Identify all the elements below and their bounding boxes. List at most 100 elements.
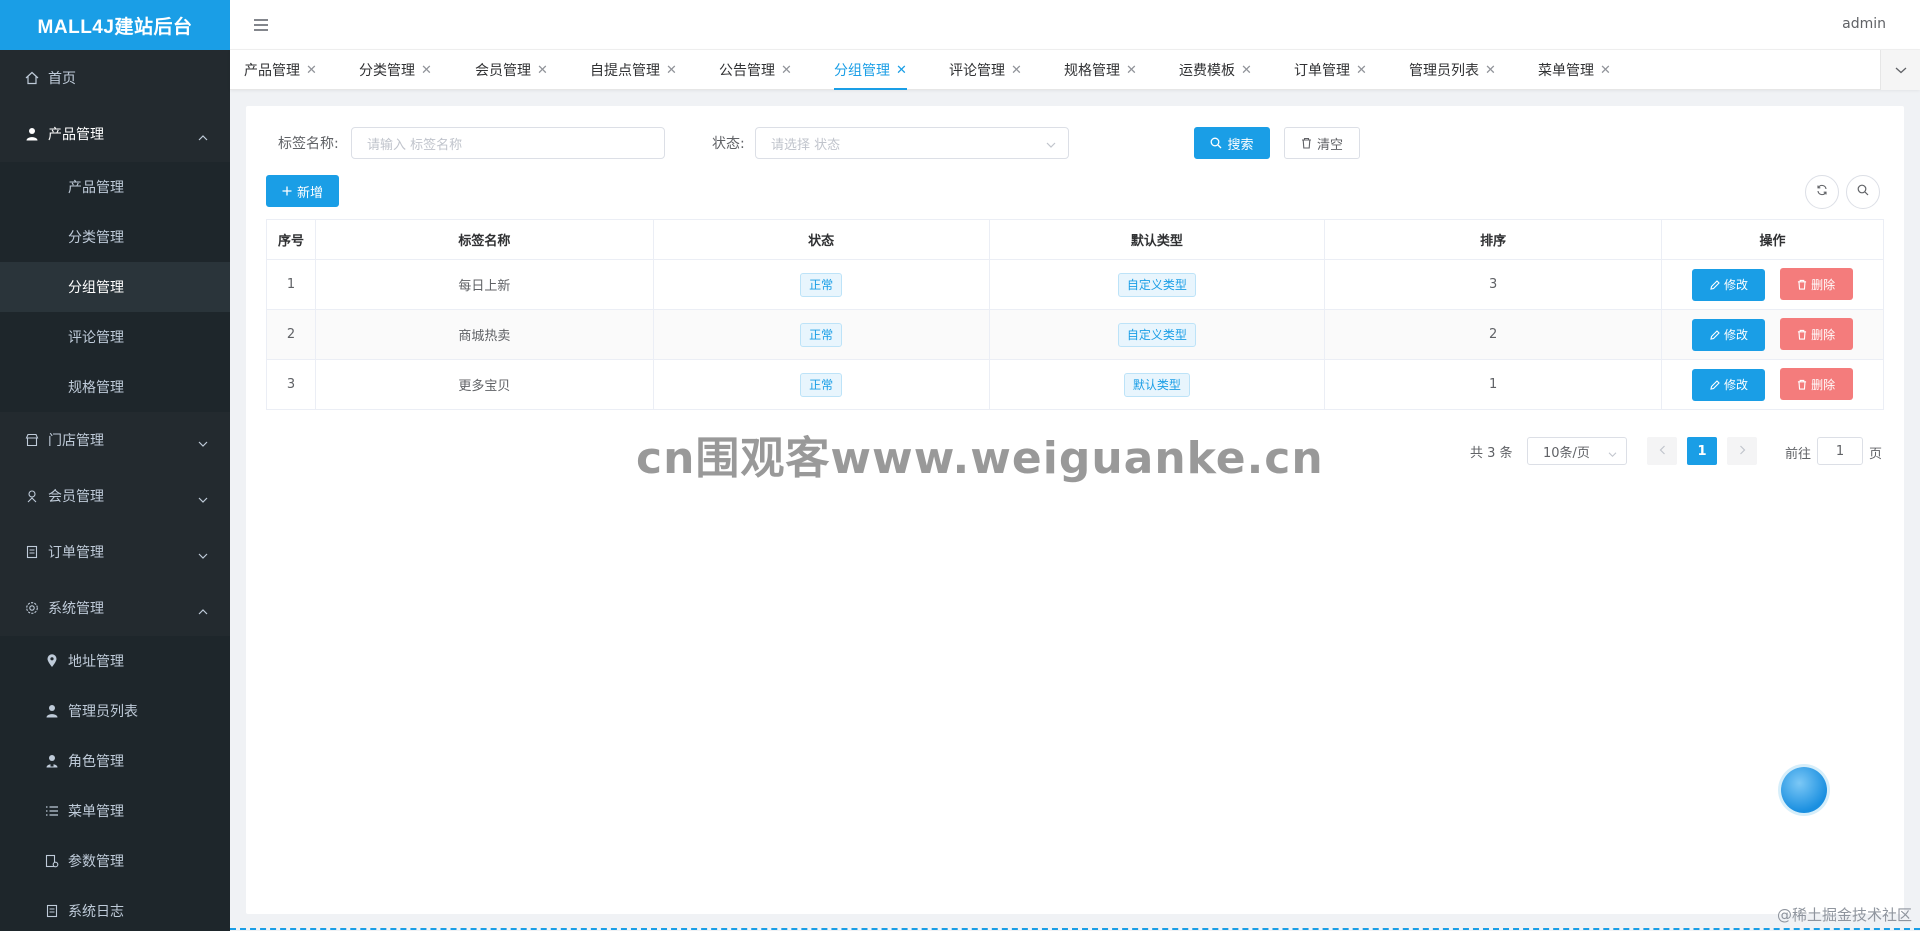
tab-comment[interactable]: 评论管理 ✕ xyxy=(949,50,1022,90)
status-select[interactable]: 请选择 状态 xyxy=(755,127,1069,159)
cell-status: 正常 xyxy=(652,309,990,360)
tab-product[interactable]: 产品管理 ✕ xyxy=(244,50,317,90)
next-page-button[interactable] xyxy=(1727,437,1757,465)
close-icon[interactable]: ✕ xyxy=(1485,63,1496,78)
close-icon[interactable]: ✕ xyxy=(666,63,677,78)
cell-type: 自定义类型 xyxy=(988,309,1326,360)
edit-button[interactable]: 修改 xyxy=(1692,368,1766,401)
close-icon[interactable]: ✕ xyxy=(896,63,907,78)
search-icon xyxy=(1210,137,1222,149)
chevron-down-icon xyxy=(1895,63,1907,78)
sidebar-item-product[interactable]: 产品管理 xyxy=(0,106,230,162)
close-icon[interactable]: ✕ xyxy=(781,63,792,78)
user-icon xyxy=(24,126,40,142)
sidebar-item-label: 门店管理 xyxy=(48,433,104,449)
table-row: 3 更多宝贝 正常 默认类型 1 修改 删除 xyxy=(266,359,1884,410)
sidebar-item-store[interactable]: 门店管理 xyxy=(0,412,230,468)
delete-button[interactable]: 删除 xyxy=(1779,368,1853,401)
sidebar-item-label: 订单管理 xyxy=(48,545,104,561)
search-button-label: 搜索 xyxy=(1227,137,1254,153)
close-icon[interactable]: ✕ xyxy=(537,63,548,78)
hamburger-icon[interactable] xyxy=(252,16,270,34)
sidebar-item-label: 会员管理 xyxy=(48,489,104,505)
close-icon[interactable]: ✕ xyxy=(306,63,317,78)
sidebar-subitem-comment-manage[interactable]: 评论管理 xyxy=(0,312,230,362)
sidebar-subitem-role[interactable]: 角色管理 xyxy=(0,736,230,786)
close-icon[interactable]: ✕ xyxy=(1241,63,1252,78)
tab-admin-list[interactable]: 管理员列表 ✕ xyxy=(1409,50,1496,90)
close-icon[interactable]: ✕ xyxy=(1356,63,1367,78)
chevron-down-icon xyxy=(198,492,208,508)
tag-name-input[interactable]: 请输入 标签名称 xyxy=(351,127,665,159)
toggle-search-button[interactable] xyxy=(1846,175,1880,209)
edit-button[interactable]: 修改 xyxy=(1692,318,1766,351)
cell-tag-name: 商城热卖 xyxy=(314,309,654,360)
tab-member[interactable]: 会员管理 ✕ xyxy=(475,50,548,90)
sidebar-subitem-params[interactable]: 参数管理 xyxy=(0,836,230,886)
user-menu[interactable]: admin xyxy=(1842,16,1886,32)
prev-page-button[interactable] xyxy=(1647,437,1677,465)
search-button[interactable]: 搜索 xyxy=(1194,127,1270,159)
cell-tag-name: 每日上新 xyxy=(314,259,654,310)
table-header-row: 序号 标签名称 状态 默认类型 排序 操作 xyxy=(266,219,1884,260)
chevron-down-icon xyxy=(1046,138,1056,153)
refresh-button[interactable] xyxy=(1805,175,1839,209)
cell-sort: 1 xyxy=(1324,359,1663,410)
page-size-select[interactable]: 10条/页 xyxy=(1527,437,1627,465)
close-icon[interactable]: ✕ xyxy=(421,63,432,78)
sidebar-subitem-address[interactable]: 地址管理 xyxy=(0,636,230,686)
cell-index: 2 xyxy=(266,309,316,360)
add-button-label: 新增 xyxy=(296,185,323,201)
sidebar-subitem-menu[interactable]: 菜单管理 xyxy=(0,786,230,836)
status-tag: 正常 xyxy=(800,322,843,347)
tab-category[interactable]: 分类管理 ✕ xyxy=(359,50,432,90)
delete-button[interactable]: 删除 xyxy=(1779,318,1853,351)
sidebar-item-order[interactable]: 订单管理 xyxy=(0,524,230,580)
page-size-value: 10条/页 xyxy=(1543,445,1590,461)
tab-spec[interactable]: 规格管理 ✕ xyxy=(1064,50,1137,90)
sidebar-subitem-admin-list[interactable]: 管理员列表 xyxy=(0,686,230,736)
goto-suffix: 页 xyxy=(1869,447,1883,462)
sidebar-subitem-spec-manage[interactable]: 规格管理 xyxy=(0,362,230,412)
sidebar-subitem-label: 参数管理 xyxy=(68,854,124,870)
close-icon[interactable]: ✕ xyxy=(1600,63,1611,78)
gear-icon xyxy=(24,600,40,616)
tab-pickup[interactable]: 自提点管理 ✕ xyxy=(590,50,677,90)
tab-label: 产品管理 xyxy=(244,63,300,79)
close-icon[interactable]: ✕ xyxy=(1126,63,1137,78)
tab-bar: 产品管理 ✕ 分类管理 ✕ 会员管理 ✕ 自提点管理 ✕ 公告管理 ✕ 分组管理 ✕ 评论管… xyxy=(230,50,1920,90)
tab-label: 菜单管理 xyxy=(1538,63,1594,79)
tab-group[interactable]: 分组管理 ✕ xyxy=(834,50,907,90)
sidebar-subitem-category-manage[interactable]: 分类管理 xyxy=(0,212,230,262)
chevron-down-icon xyxy=(198,548,208,564)
tab-notice[interactable]: 公告管理 ✕ xyxy=(719,50,792,90)
edit-button[interactable]: 修改 xyxy=(1692,268,1766,301)
tabs-more-button[interactable] xyxy=(1880,50,1920,90)
tab-order[interactable]: 订单管理 ✕ xyxy=(1294,50,1367,90)
tab-label: 规格管理 xyxy=(1064,63,1120,79)
goto-prefix: 前往 xyxy=(1785,447,1812,462)
cell-index: 3 xyxy=(266,359,316,410)
add-button[interactable]: 新增 xyxy=(266,175,339,207)
close-icon[interactable]: ✕ xyxy=(1011,63,1022,78)
system-submenu: 地址管理 管理员列表 角色管理 菜单管理 参数管理 系统日志 xyxy=(0,636,230,931)
tab-label: 分组管理 xyxy=(834,63,890,79)
sidebar-item-member[interactable]: 会员管理 xyxy=(0,468,230,524)
chevron-right-icon xyxy=(1739,444,1746,459)
tab-menu[interactable]: 菜单管理 ✕ xyxy=(1538,50,1611,90)
page-number-current[interactable]: 1 xyxy=(1687,437,1717,465)
delete-button[interactable]: 删除 xyxy=(1779,268,1853,301)
clear-button[interactable]: 清空 xyxy=(1284,127,1360,159)
sidebar-item-system[interactable]: 系统管理 xyxy=(0,580,230,636)
sidebar-subitem-group-manage[interactable]: 分组管理 xyxy=(0,262,230,312)
watermark-text: cn围观客www.weiguanke.cn xyxy=(636,433,1324,484)
product-submenu: 产品管理 分类管理 分组管理 评论管理 规格管理 xyxy=(0,162,230,412)
chevron-up-icon xyxy=(198,604,208,620)
tab-freight[interactable]: 运费模板 ✕ xyxy=(1179,50,1252,90)
floating-assistant-button[interactable] xyxy=(1781,767,1827,813)
sidebar-item-home[interactable]: 首页 xyxy=(0,50,230,106)
edit-icon xyxy=(1710,279,1720,290)
sidebar-subitem-log[interactable]: 系统日志 xyxy=(0,886,230,931)
goto-page-input[interactable]: 1 xyxy=(1817,437,1863,465)
sidebar-subitem-product-manage[interactable]: 产品管理 xyxy=(0,162,230,212)
